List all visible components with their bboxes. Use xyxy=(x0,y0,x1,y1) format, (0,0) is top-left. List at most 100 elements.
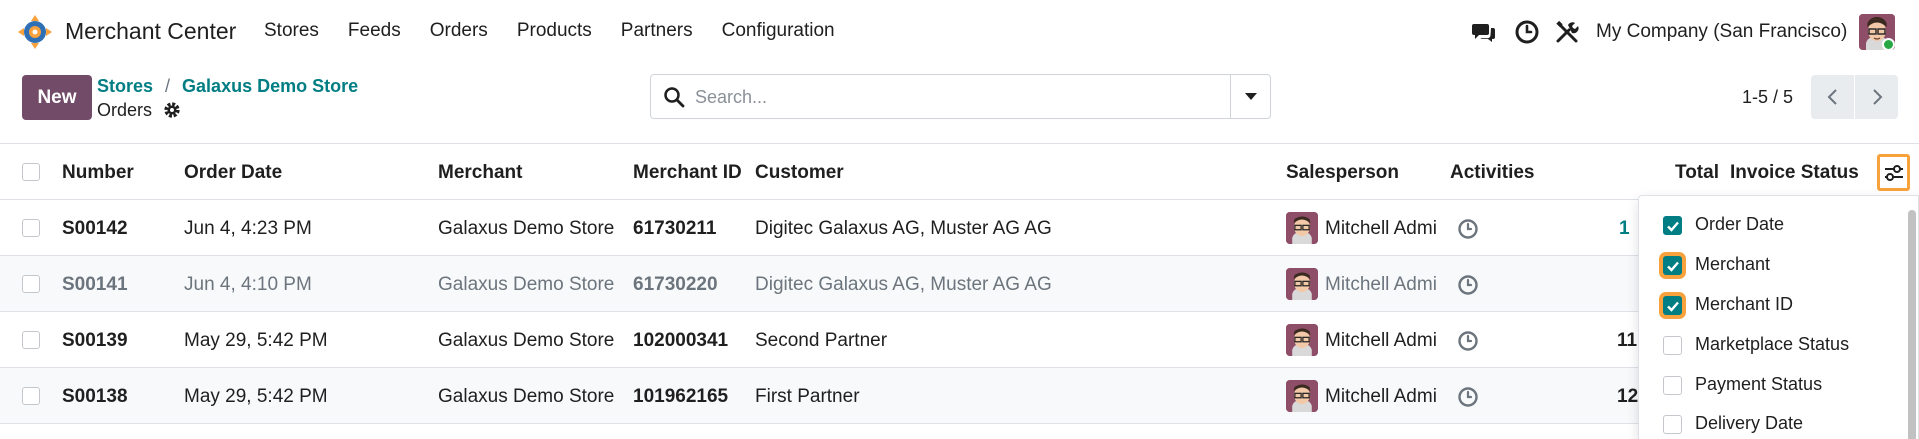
row-checkbox[interactable] xyxy=(22,275,40,293)
menu-item-products[interactable]: Products xyxy=(517,20,592,42)
optional-columns-toggle[interactable] xyxy=(1877,154,1910,191)
cell-number: S00138 xyxy=(62,386,128,407)
menu-item-orders[interactable]: Orders xyxy=(430,20,488,42)
page-title: Orders xyxy=(97,100,153,120)
cell-customer: First Partner xyxy=(755,386,860,407)
cell-customer: Digitec Galaxus AG, Muster AG AG xyxy=(755,218,1052,239)
cell-salesperson: Mitchell Admi xyxy=(1325,386,1437,407)
option-label: Marketplace Status xyxy=(1695,334,1850,354)
option-checkbox-checked[interactable] xyxy=(1663,296,1682,315)
option-label: Payment Status xyxy=(1695,374,1823,394)
column-number[interactable]: Number xyxy=(62,162,134,184)
table-row[interactable]: S00141 Jun 4, 4:10 PM Galaxus Demo Store… xyxy=(0,256,1919,312)
cell-salesperson: Mitchell Admi xyxy=(1325,274,1437,295)
cell-number: S00141 xyxy=(62,274,128,295)
cell-customer: Digitec Galaxus AG, Muster AG AG xyxy=(755,274,1052,295)
merchant-center-logo[interactable] xyxy=(17,14,53,50)
gear-icon[interactable] xyxy=(163,101,181,119)
chat-icon[interactable] xyxy=(1471,19,1497,45)
cell-merchant-id: 61730220 xyxy=(633,274,718,295)
table-row[interactable]: S00142 Jun 4, 4:23 PM Galaxus Demo Store… xyxy=(0,200,1919,256)
company-switcher[interactable]: My Company (San Francisco) xyxy=(1596,21,1847,43)
option-label: Delivery Date xyxy=(1695,413,1804,433)
cell-total: 11 xyxy=(1617,330,1638,351)
online-status-badge xyxy=(1882,38,1895,51)
row-checkbox[interactable] xyxy=(22,219,40,237)
table-row[interactable]: S00139 May 29, 5:42 PM Galaxus Demo Stor… xyxy=(0,312,1919,368)
column-total[interactable]: Total xyxy=(1675,162,1719,184)
column-activities[interactable]: Activities xyxy=(1450,162,1534,184)
pager-value[interactable]: 1-5 / 5 xyxy=(1742,87,1793,108)
avatar[interactable] xyxy=(1286,380,1318,412)
cell-merchant: Galaxus Demo Store xyxy=(438,274,615,295)
option-checkbox[interactable] xyxy=(1663,376,1682,395)
clock-icon[interactable] xyxy=(1457,274,1479,296)
option-payment-status[interactable]: Payment Status xyxy=(1663,370,1893,402)
column-customer[interactable]: Customer xyxy=(755,162,844,184)
sliders-icon xyxy=(1884,164,1903,181)
clock-icon[interactable] xyxy=(1457,386,1479,408)
cell-merchant-id: 102000341 xyxy=(633,330,729,351)
column-salesperson[interactable]: Salesperson xyxy=(1286,162,1399,184)
clock-icon[interactable] xyxy=(1457,218,1479,240)
new-button[interactable]: New xyxy=(22,75,92,120)
checkmark-icon xyxy=(1667,261,1679,272)
pager-next-button[interactable] xyxy=(1855,75,1898,119)
select-all-checkbox[interactable] xyxy=(22,163,40,181)
tools-icon[interactable] xyxy=(1554,19,1580,45)
clock-icon[interactable] xyxy=(1514,19,1540,45)
option-delivery-date[interactable]: Delivery Date xyxy=(1663,409,1893,439)
menu-item-configuration[interactable]: Configuration xyxy=(722,20,835,42)
table-row[interactable]: S00138 May 29, 5:42 PM Galaxus Demo Stor… xyxy=(0,368,1919,424)
cell-total: 12 xyxy=(1617,386,1639,407)
list-header: Number Order Date Merchant Merchant ID C… xyxy=(0,143,1919,200)
cell-merchant: Galaxus Demo Store xyxy=(438,330,615,351)
option-checkbox[interactable] xyxy=(1663,336,1682,355)
option-merchant[interactable]: Merchant xyxy=(1663,250,1893,282)
option-order-date[interactable]: Order Date xyxy=(1663,210,1893,242)
pager-previous-button[interactable] xyxy=(1811,75,1854,119)
chevron-right-icon xyxy=(1872,89,1882,105)
breadcrumb-store[interactable]: Galaxus Demo Store xyxy=(182,76,358,97)
breadcrumb: Stores / Galaxus Demo Store xyxy=(97,76,358,97)
menu-item-partners[interactable]: Partners xyxy=(621,20,693,42)
option-marketplace-status[interactable]: Marketplace Status xyxy=(1663,330,1893,362)
option-merchant-id[interactable]: Merchant ID xyxy=(1663,290,1893,322)
search-options-toggle[interactable] xyxy=(1230,75,1270,118)
option-checkbox-checked[interactable] xyxy=(1663,216,1682,235)
column-merchant-id[interactable]: Merchant ID xyxy=(633,162,742,184)
avatar[interactable] xyxy=(1286,324,1318,356)
clock-icon[interactable] xyxy=(1457,330,1479,352)
row-checkbox[interactable] xyxy=(22,387,40,405)
cell-merchant-id: 101962165 xyxy=(633,386,729,407)
cell-merchant-id: 61730211 xyxy=(633,218,717,239)
column-merchant[interactable]: Merchant xyxy=(438,162,522,184)
menu-item-feeds[interactable]: Feeds xyxy=(348,20,401,42)
top-navbar: Merchant Center Stores Feeds Orders Prod… xyxy=(0,0,1919,64)
dropdown-scrollbar[interactable] xyxy=(1908,210,1916,439)
column-invoice-status[interactable]: Invoice Status xyxy=(1730,162,1859,184)
checkmark-icon xyxy=(1667,221,1679,232)
cell-order-date: May 29, 5:42 PM xyxy=(184,330,328,351)
cell-customer: Second Partner xyxy=(755,330,888,351)
option-label: Order Date xyxy=(1695,214,1785,234)
cell-merchant: Galaxus Demo Store xyxy=(438,218,615,239)
breadcrumb-separator: / xyxy=(165,76,171,96)
option-checkbox[interactable] xyxy=(1663,415,1682,434)
app-title[interactable]: Merchant Center xyxy=(65,18,236,45)
cell-salesperson: Mitchell Admi xyxy=(1325,218,1437,239)
menu-item-stores[interactable]: Stores xyxy=(264,20,319,42)
option-checkbox-checked[interactable] xyxy=(1663,256,1682,275)
row-checkbox[interactable] xyxy=(22,331,40,349)
search-bar xyxy=(650,74,1271,119)
cell-merchant: Galaxus Demo Store xyxy=(438,386,615,407)
avatar[interactable] xyxy=(1286,268,1318,300)
column-order-date[interactable]: Order Date xyxy=(184,162,282,184)
cell-number: S00142 xyxy=(62,218,128,239)
search-input[interactable] xyxy=(695,83,1225,111)
search-icon xyxy=(664,87,685,108)
breadcrumb-stores[interactable]: Stores xyxy=(97,76,153,97)
avatar[interactable] xyxy=(1286,212,1318,244)
cell-order-date: Jun 4, 4:23 PM xyxy=(184,218,312,239)
cell-total: 1 xyxy=(1619,218,1630,239)
